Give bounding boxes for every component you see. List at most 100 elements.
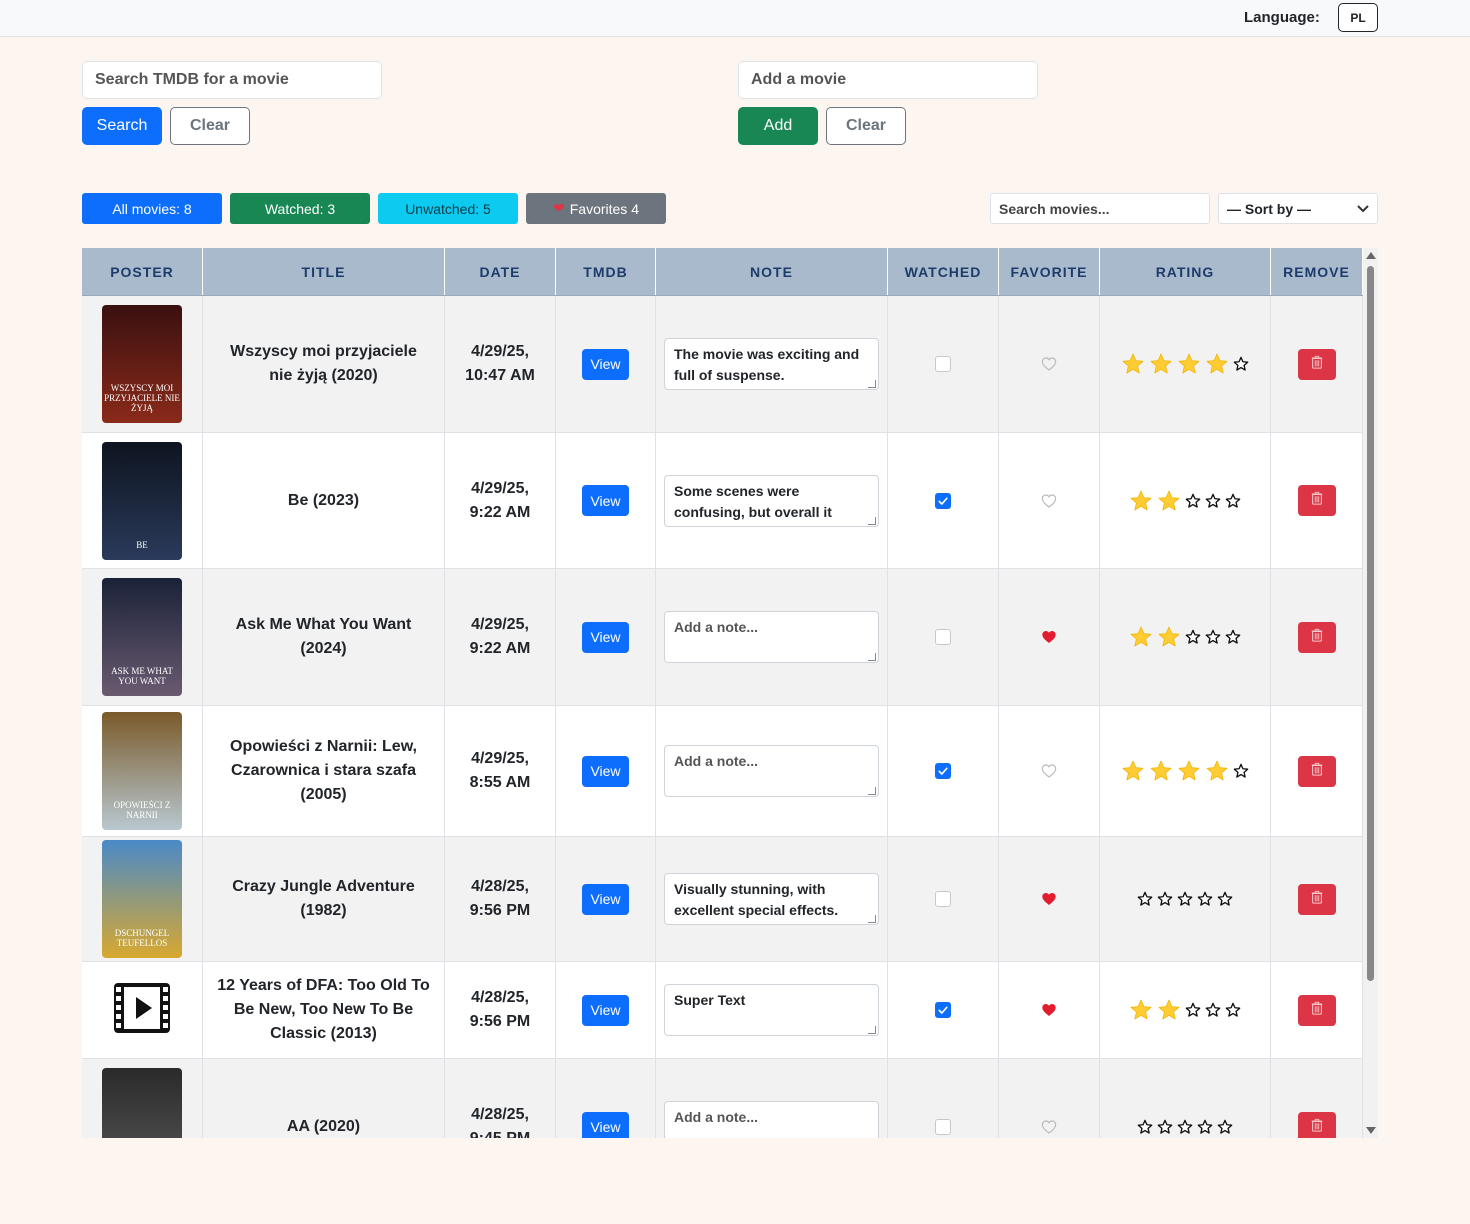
tmdb-view-button[interactable]: View <box>582 994 629 1026</box>
column-header-title[interactable]: TITLE <box>203 248 445 295</box>
tmdb-search-button[interactable]: Search <box>82 107 162 145</box>
heart-filled-icon[interactable] <box>1041 1002 1057 1018</box>
heart-filled-icon[interactable] <box>1041 629 1057 645</box>
tmdb-view-button[interactable]: View <box>582 883 629 915</box>
star-filled-icon[interactable] <box>1121 352 1145 376</box>
star-empty-icon[interactable] <box>1185 1002 1201 1018</box>
star-empty-icon[interactable] <box>1197 891 1213 907</box>
column-header-poster[interactable]: POSTER <box>82 248 203 295</box>
star-filled-icon[interactable] <box>1121 759 1145 783</box>
resize-grip-icon[interactable] <box>868 653 876 661</box>
filter-all-button[interactable]: All movies: 8 <box>82 193 222 224</box>
add-movie-button[interactable]: Add <box>738 107 818 145</box>
star-filled-icon[interactable] <box>1129 998 1153 1022</box>
star-empty-icon[interactable] <box>1137 891 1153 907</box>
resize-grip-icon[interactable] <box>868 380 876 388</box>
star-empty-icon[interactable] <box>1205 493 1221 509</box>
star-empty-icon[interactable] <box>1177 1119 1193 1135</box>
star-empty-icon[interactable] <box>1217 891 1233 907</box>
star-filled-icon[interactable] <box>1157 998 1181 1022</box>
star-empty-icon[interactable] <box>1225 493 1241 509</box>
star-empty-icon[interactable] <box>1205 629 1221 645</box>
filter-unwatched-button[interactable]: Unwatched: 5 <box>378 193 518 224</box>
movie-list-search-input[interactable] <box>990 193 1210 224</box>
remove-button[interactable] <box>1297 994 1336 1026</box>
remove-button[interactable] <box>1297 883 1336 915</box>
scrollbar-thumb[interactable] <box>1367 266 1374 981</box>
sort-select[interactable]: — Sort by — <box>1218 193 1378 224</box>
watched-checkbox[interactable] <box>935 1002 951 1018</box>
watched-checkbox[interactable] <box>935 763 951 779</box>
tmdb-view-button[interactable]: View <box>582 755 629 787</box>
star-empty-icon[interactable] <box>1177 891 1193 907</box>
column-header-date[interactable]: DATE <box>445 248 556 295</box>
watched-checkbox[interactable] <box>935 891 951 907</box>
tmdb-view-button[interactable]: View <box>582 1111 629 1138</box>
column-header-watched[interactable]: WATCHED <box>888 248 999 295</box>
watched-checkbox[interactable] <box>935 492 951 509</box>
star-filled-icon[interactable] <box>1205 352 1229 376</box>
note-textarea[interactable]: Add a note... <box>664 611 879 663</box>
star-empty-icon[interactable] <box>1233 356 1249 372</box>
star-filled-icon[interactable] <box>1129 489 1153 513</box>
star-filled-icon[interactable] <box>1157 625 1181 649</box>
column-header-rating[interactable]: RATING <box>1100 248 1271 295</box>
star-filled-icon[interactable] <box>1149 759 1173 783</box>
heart-outline-icon[interactable] <box>1041 1119 1057 1135</box>
star-empty-icon[interactable] <box>1185 493 1201 509</box>
resize-grip-icon[interactable] <box>868 516 876 525</box>
remove-button[interactable] <box>1297 485 1336 516</box>
resize-grip-icon[interactable] <box>868 1026 876 1034</box>
scroll-down-arrow-icon[interactable] <box>1366 1127 1376 1134</box>
star-empty-icon[interactable] <box>1157 891 1173 907</box>
tmdb-clear-button[interactable]: Clear <box>170 107 250 145</box>
remove-button[interactable] <box>1297 755 1336 787</box>
column-header-tmdb[interactable]: TMDB <box>556 248 656 295</box>
tmdb-view-button[interactable]: View <box>582 621 629 653</box>
star-empty-icon[interactable] <box>1185 629 1201 645</box>
column-header-remove[interactable]: REMOVE <box>1271 248 1363 295</box>
resize-grip-icon[interactable] <box>868 787 876 795</box>
remove-button[interactable] <box>1297 1111 1336 1138</box>
add-movie-input[interactable] <box>738 61 1038 99</box>
star-filled-icon[interactable] <box>1177 759 1201 783</box>
star-empty-icon[interactable] <box>1225 1002 1241 1018</box>
filter-watched-button[interactable]: Watched: 3 <box>230 193 370 224</box>
watched-checkbox[interactable] <box>935 1119 951 1135</box>
star-empty-icon[interactable] <box>1217 1119 1233 1135</box>
column-header-favorite[interactable]: FAVORITE <box>999 248 1100 295</box>
scroll-up-arrow-icon[interactable] <box>1366 252 1376 259</box>
watched-checkbox[interactable] <box>935 629 951 645</box>
note-textarea[interactable]: The movie was exciting and full of suspe… <box>664 338 879 390</box>
tmdb-search-input[interactable] <box>82 61 382 99</box>
language-button[interactable]: PL <box>1338 3 1378 32</box>
note-textarea[interactable]: Visually stunning, with excellent specia… <box>664 873 879 925</box>
add-clear-button[interactable]: Clear <box>826 107 906 145</box>
star-empty-icon[interactable] <box>1137 1119 1153 1135</box>
note-textarea[interactable]: Add a note... <box>664 745 879 797</box>
note-textarea[interactable]: Some scenes were confusing, but overall … <box>664 474 879 527</box>
resize-grip-icon[interactable] <box>868 915 876 923</box>
star-empty-icon[interactable] <box>1157 1119 1173 1135</box>
star-empty-icon[interactable] <box>1197 1119 1213 1135</box>
star-empty-icon[interactable] <box>1233 763 1249 779</box>
heart-filled-icon[interactable] <box>1041 891 1057 907</box>
remove-button[interactable] <box>1297 348 1336 380</box>
remove-button[interactable] <box>1297 621 1336 653</box>
watched-checkbox[interactable] <box>935 356 951 372</box>
note-textarea[interactable]: Super Text <box>664 984 879 1036</box>
star-filled-icon[interactable] <box>1157 489 1181 513</box>
filter-favorites-button[interactable]: ❤ Favorites 4 <box>526 193 666 224</box>
heart-outline-icon[interactable] <box>1041 493 1057 509</box>
tmdb-view-button[interactable]: View <box>582 348 629 380</box>
heart-outline-icon[interactable] <box>1041 356 1057 372</box>
star-filled-icon[interactable] <box>1205 759 1229 783</box>
heart-outline-icon[interactable] <box>1041 763 1057 779</box>
star-filled-icon[interactable] <box>1129 625 1153 649</box>
column-header-note[interactable]: NOTE <box>656 248 888 295</box>
star-empty-icon[interactable] <box>1225 629 1241 645</box>
tmdb-view-button[interactable]: View <box>582 485 629 516</box>
star-filled-icon[interactable] <box>1149 352 1173 376</box>
table-scrollbar[interactable] <box>1363 248 1378 1138</box>
note-textarea[interactable]: Add a note... <box>664 1101 879 1138</box>
